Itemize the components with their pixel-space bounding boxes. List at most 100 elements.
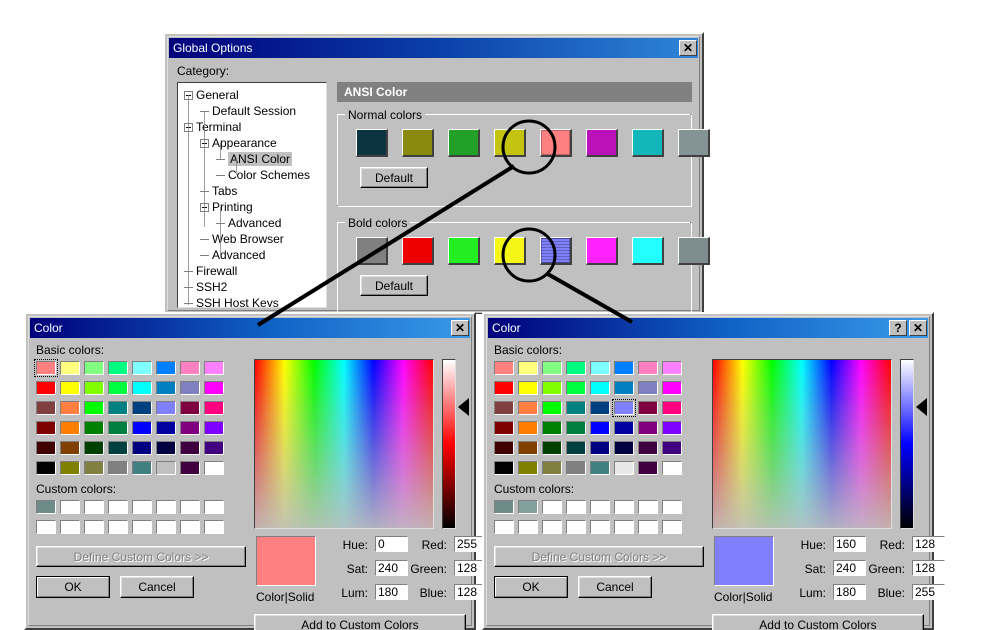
custom-color-swatch-cell[interactable] [34, 498, 58, 516]
sat-input[interactable]: 240 [375, 560, 408, 576]
basic-color-swatch-cell[interactable] [612, 359, 636, 377]
basic-color-swatch-cell[interactable] [106, 419, 130, 437]
basic-color-swatch-cell[interactable] [636, 359, 660, 377]
custom-color-swatch-cell[interactable] [82, 498, 106, 516]
luminance-bar[interactable] [900, 359, 914, 529]
basic-color-swatch-cell[interactable] [154, 399, 178, 417]
custom-color-swatch-cell[interactable] [588, 518, 612, 536]
basic-color-swatch-cell[interactable] [178, 359, 202, 377]
category-tree[interactable]: General Default Session Terminal Appearance… [177, 82, 327, 308]
custom-color-swatch-cell[interactable] [564, 518, 588, 536]
custom-color-swatch-cell[interactable] [636, 498, 660, 516]
bold-default-button[interactable]: Default [360, 275, 428, 296]
lum-input[interactable]: 180 [833, 584, 866, 600]
red-input[interactable]: 128 [912, 536, 945, 552]
custom-color-swatch-cell[interactable] [202, 518, 226, 536]
ok-button[interactable]: OK [36, 576, 110, 598]
luminance-marker[interactable] [916, 397, 927, 416]
basic-color-swatch-cell[interactable] [130, 439, 154, 457]
custom-color-swatch-cell[interactable] [154, 498, 178, 516]
basic-color-swatch-cell[interactable] [612, 379, 636, 397]
lum-input[interactable]: 180 [375, 584, 408, 600]
custom-color-swatch-cell[interactable] [106, 498, 130, 516]
basic-color-swatch-cell[interactable] [34, 419, 58, 437]
basic-color-swatch-cell[interactable] [202, 459, 226, 477]
basic-color-swatch-cell[interactable] [202, 359, 226, 377]
close-icon[interactable]: ✕ [451, 320, 469, 336]
tree-item-advanced[interactable]: Advanced [216, 215, 281, 231]
basic-color-swatch-cell[interactable] [82, 419, 106, 437]
tree-item-advanced[interactable]: Advanced [200, 247, 265, 263]
basic-color-swatch-cell[interactable] [178, 419, 202, 437]
basic-color-swatch-cell[interactable] [492, 439, 516, 457]
basic-color-swatch-cell[interactable] [34, 439, 58, 457]
basic-color-swatch-cell[interactable] [106, 399, 130, 417]
cancel-button[interactable]: Cancel [578, 576, 652, 598]
custom-colors-grid[interactable] [34, 498, 230, 538]
tree-item-tabs[interactable]: Tabs [200, 183, 237, 199]
basic-color-swatch-cell[interactable] [516, 399, 540, 417]
basic-color-swatch-cell[interactable] [540, 419, 564, 437]
basic-color-swatch-cell[interactable] [516, 359, 540, 377]
basic-color-swatch-cell[interactable] [492, 459, 516, 477]
basic-color-swatch-cell[interactable] [492, 359, 516, 377]
basic-color-swatch-cell[interactable] [564, 379, 588, 397]
basic-color-swatch-cell[interactable] [516, 379, 540, 397]
tree-item-general[interactable]: General [184, 87, 239, 103]
basic-color-swatch-cell[interactable] [178, 379, 202, 397]
ansi-color-swatch[interactable] [632, 237, 664, 265]
basic-color-swatch-cell[interactable] [106, 439, 130, 457]
basic-color-swatch-cell[interactable] [564, 439, 588, 457]
basic-color-swatch-cell[interactable] [130, 399, 154, 417]
basic-color-swatch-cell[interactable] [660, 359, 684, 377]
custom-color-swatch-cell[interactable] [588, 498, 612, 516]
basic-color-swatch-cell[interactable] [612, 399, 636, 417]
custom-color-swatch-cell[interactable] [516, 498, 540, 516]
basic-color-swatch-cell[interactable] [612, 419, 636, 437]
tree-item-ssh2[interactable]: SSH2 [184, 279, 227, 295]
tree-item-printing[interactable]: Printing [200, 199, 253, 215]
custom-color-swatch-cell[interactable] [58, 518, 82, 536]
basic-color-swatch-cell[interactable] [516, 439, 540, 457]
basic-color-swatch-cell[interactable] [202, 439, 226, 457]
basic-color-swatch-cell[interactable] [540, 379, 564, 397]
custom-colors-grid[interactable] [492, 498, 688, 538]
tree-item-web-browser[interactable]: Web Browser [200, 231, 284, 247]
basic-color-swatch-cell[interactable] [636, 379, 660, 397]
color-gradient-picker[interactable] [254, 359, 434, 529]
basic-color-swatch-cell[interactable] [130, 419, 154, 437]
basic-colors-grid[interactable] [492, 359, 688, 475]
custom-color-swatch-cell[interactable] [660, 498, 684, 516]
color-gradient-picker[interactable] [712, 359, 892, 529]
tree-item-terminal[interactable]: Terminal [184, 119, 241, 135]
basic-color-swatch-cell[interactable] [154, 439, 178, 457]
ansi-color-swatch[interactable] [586, 129, 618, 157]
ansi-color-swatch[interactable] [402, 237, 434, 265]
basic-color-swatch-cell[interactable] [106, 459, 130, 477]
basic-color-swatch-cell[interactable] [34, 379, 58, 397]
ansi-color-swatch[interactable] [678, 129, 710, 157]
basic-color-swatch-cell[interactable] [154, 419, 178, 437]
ansi-color-swatch[interactable] [540, 129, 572, 157]
basic-color-swatch-cell[interactable] [34, 359, 58, 377]
custom-color-swatch-cell[interactable] [178, 518, 202, 536]
basic-color-swatch-cell[interactable] [34, 459, 58, 477]
basic-color-swatch-cell[interactable] [130, 459, 154, 477]
basic-color-swatch-cell[interactable] [154, 459, 178, 477]
basic-color-swatch-cell[interactable] [540, 459, 564, 477]
custom-color-swatch-cell[interactable] [202, 498, 226, 516]
ansi-color-swatch[interactable] [494, 129, 526, 157]
basic-colors-grid[interactable] [34, 359, 230, 475]
basic-color-swatch-cell[interactable] [82, 459, 106, 477]
custom-color-swatch-cell[interactable] [130, 518, 154, 536]
basic-color-swatch-cell[interactable] [564, 419, 588, 437]
basic-color-swatch-cell[interactable] [636, 439, 660, 457]
basic-color-swatch-cell[interactable] [540, 359, 564, 377]
custom-color-swatch-cell[interactable] [58, 498, 82, 516]
add-to-custom-colors-button[interactable]: Add to Custom Colors [712, 614, 924, 630]
basic-color-swatch-cell[interactable] [588, 359, 612, 377]
ansi-color-swatch[interactable] [632, 129, 664, 157]
tree-item-appearance[interactable]: Appearance [200, 135, 277, 151]
basic-color-swatch-cell[interactable] [540, 399, 564, 417]
tree-item-ansi-color[interactable]: ANSI Color [216, 151, 293, 167]
